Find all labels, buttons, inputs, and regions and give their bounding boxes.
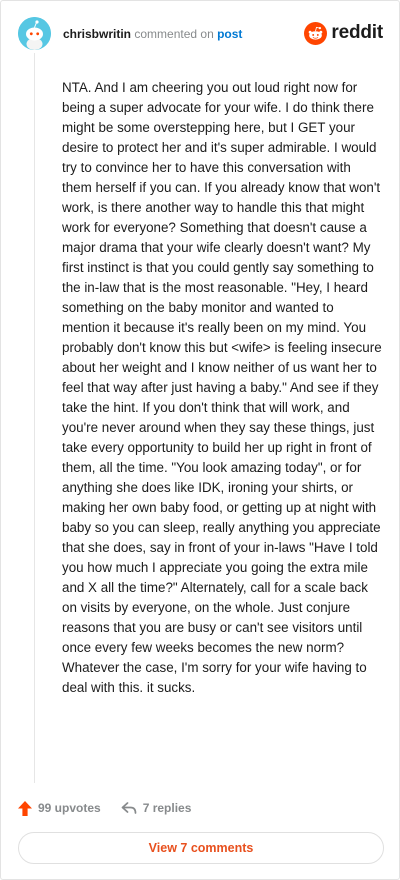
reddit-logo-icon (304, 21, 328, 45)
upvote-count: 99 upvotes (38, 801, 101, 815)
comment-meta: chrisbwritin commented on post (63, 27, 242, 41)
view-comments-button[interactable]: View 7 comments (18, 832, 384, 864)
reddit-wordmark: reddit (331, 22, 383, 43)
comment-header: chrisbwritin commented on post reddit (18, 17, 383, 51)
comment-body: NTA. And I am cheering you out loud righ… (62, 80, 382, 695)
upvote-button[interactable]: 99 upvotes (18, 800, 101, 816)
reply-arrow-icon (121, 802, 137, 814)
user-avatar[interactable] (18, 17, 51, 50)
comment-card: chrisbwritin commented on post reddit NT… (0, 0, 400, 880)
reddit-brand[interactable]: reddit (304, 21, 383, 45)
action-text: commented on (134, 27, 214, 41)
username[interactable]: chrisbwritin (63, 27, 131, 41)
upvote-arrow-icon (18, 800, 32, 816)
reply-count: 7 replies (142, 801, 192, 815)
thread-line[interactable] (34, 53, 35, 783)
replies-button[interactable]: 7 replies (121, 801, 192, 815)
post-link[interactable]: post (217, 27, 242, 41)
comment-actions: 99 upvotes 7 replies (18, 798, 191, 818)
snoo-avatar-icon (18, 17, 51, 50)
